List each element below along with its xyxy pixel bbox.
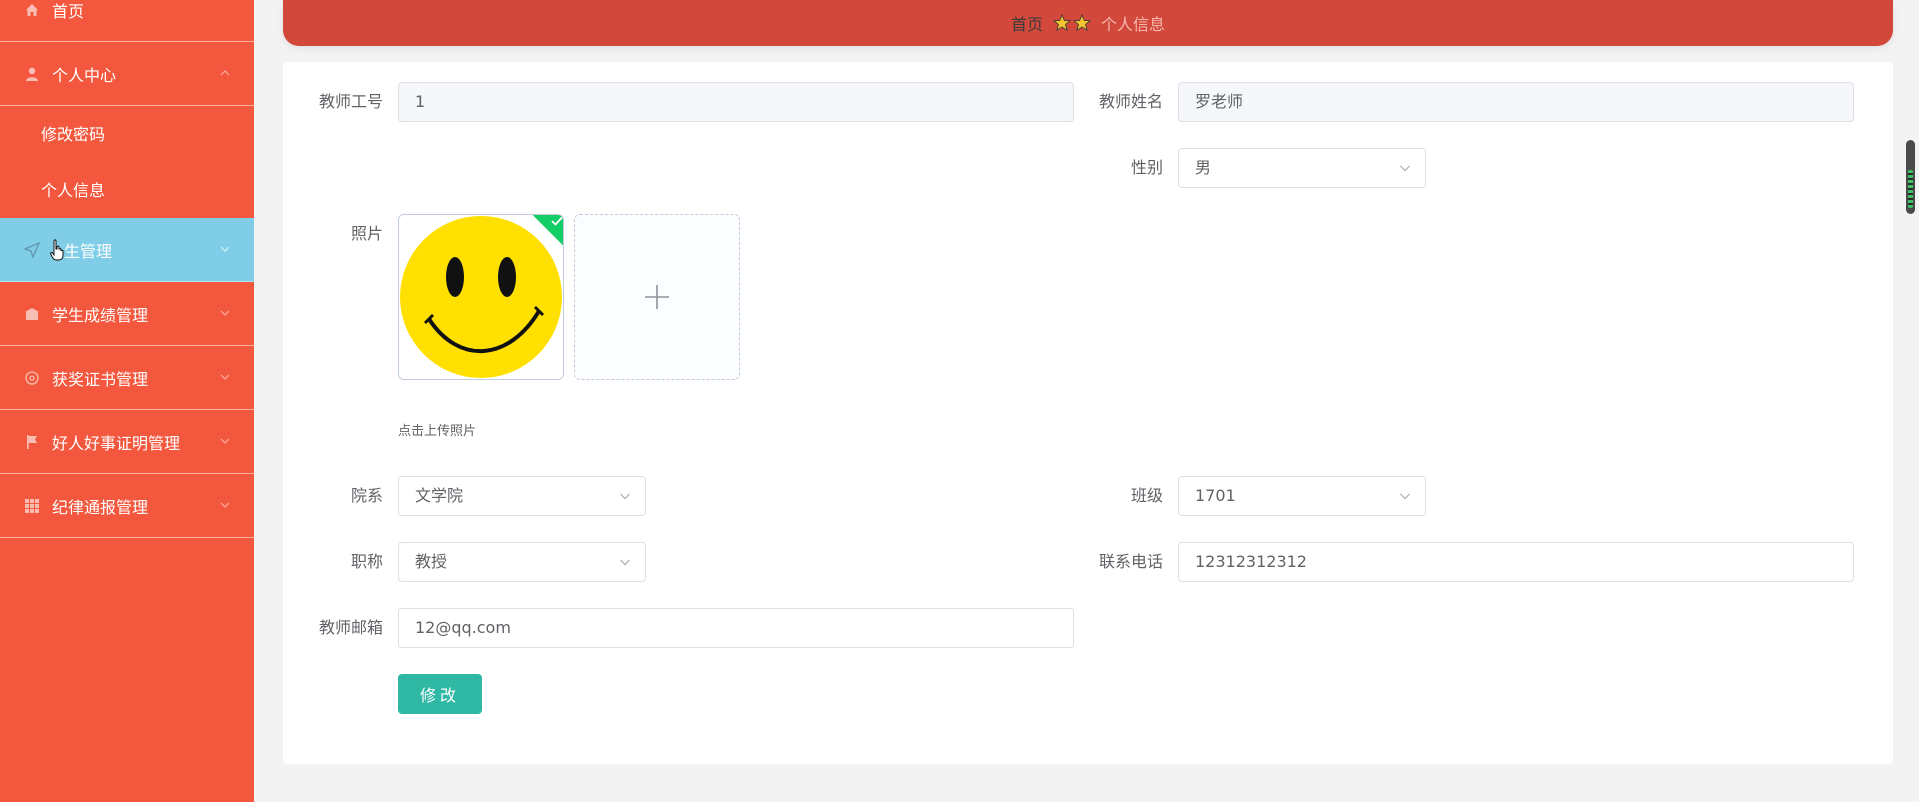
sidebar-item-label: 好人好事证明管理 <box>52 433 181 453</box>
photo-upload-button[interactable] <box>574 214 740 380</box>
chevron-down-icon <box>220 438 230 444</box>
user-icon <box>23 65 41 83</box>
sidebar-item-discipline-management[interactable]: 纪律通报管理 <box>0 474 254 538</box>
breadcrumb-home[interactable]: 首页 <box>1011 11 1043 35</box>
check-icon <box>551 216 563 226</box>
home-icon <box>23 1 41 19</box>
grid-icon <box>23 497 41 515</box>
email-label: 教师邮箱 <box>318 618 383 637</box>
sidebar-item-label: 个人中心 <box>52 65 117 85</box>
scrollbar[interactable] <box>1906 140 1915 214</box>
submit-button[interactable]: 修改 <box>398 674 482 714</box>
breadcrumb-current: 个人信息 <box>1101 15 1166 34</box>
sidebar-item-label: 获奖证书管理 <box>52 369 149 389</box>
sidebar: 首页 个人中心 修改密码 个人信息 生管理 学生成绩管理 获奖证书管理 好人好事… <box>0 0 254 802</box>
gender-label: 性别 <box>1130 158 1163 177</box>
chevron-down-icon <box>620 493 630 500</box>
teacher-id-field[interactable]: 1 <box>398 82 1074 122</box>
upload-hint: 点击上传照片 <box>398 424 477 439</box>
title-label: 职称 <box>350 552 383 571</box>
flag-icon <box>23 433 41 451</box>
chevron-down-icon <box>220 374 230 380</box>
class-select[interactable]: 1701 <box>1178 476 1426 516</box>
sidebar-item-personal-center[interactable]: 个人中心 <box>0 42 254 106</box>
chevron-down-icon <box>220 246 230 252</box>
profile-form-panel: 教师工号 1 教师姓名 罗老师 性别 男 照片 点击上传照片 院系 文学院 班级… <box>283 62 1893 764</box>
chevron-down-icon <box>620 559 630 566</box>
title-select[interactable]: 教授 <box>398 542 646 582</box>
class-select-value: 1701 <box>1195 486 1236 505</box>
department-select-value: 文学院 <box>415 486 464 505</box>
phone-field[interactable]: 12312312312 <box>1178 542 1854 582</box>
hand-cursor-icon <box>50 239 64 261</box>
title-select-value: 教授 <box>415 552 448 571</box>
sidebar-item-home[interactable]: 首页 <box>0 0 254 42</box>
chevron-down-icon <box>220 310 230 316</box>
smiley-face-image <box>399 215 563 379</box>
target-icon <box>23 369 41 387</box>
sidebar-item-label: 学生成绩管理 <box>52 305 149 325</box>
plus-icon <box>645 285 669 309</box>
sidebar-subitem-label: 个人信息 <box>41 181 106 200</box>
sidebar-item-label: 首页 <box>52 1 85 21</box>
bank-icon <box>23 305 41 323</box>
star-icon <box>1053 14 1071 32</box>
teacher-id-label: 教师工号 <box>318 92 383 111</box>
sidebar-item-good-deeds-management[interactable]: 好人好事证明管理 <box>0 410 254 474</box>
teacher-name-label: 教师姓名 <box>1098 92 1163 111</box>
sidebar-item-label: 生管理 <box>64 241 113 261</box>
star-icon <box>1073 14 1091 32</box>
navigation-icon <box>23 241 41 259</box>
sidebar-item-student-management[interactable]: 生管理 <box>0 218 254 282</box>
department-select[interactable]: 文学院 <box>398 476 646 516</box>
chevron-down-icon <box>1400 493 1410 500</box>
gender-select[interactable]: 男 <box>1178 148 1426 188</box>
sidebar-item-label: 纪律通报管理 <box>52 497 149 517</box>
breadcrumb-separator <box>1053 14 1091 32</box>
chevron-up-icon <box>220 69 230 75</box>
chevron-down-icon <box>1400 165 1410 172</box>
sidebar-subitem-label: 修改密码 <box>41 125 106 144</box>
photo-thumbnail[interactable] <box>398 214 564 380</box>
teacher-name-field[interactable]: 罗老师 <box>1178 82 1854 122</box>
class-label: 班级 <box>1130 486 1163 505</box>
sidebar-subitem-personal-info[interactable]: 个人信息 <box>0 161 254 217</box>
breadcrumb: 首页 个人信息 <box>283 0 1893 46</box>
sidebar-item-score-management[interactable]: 学生成绩管理 <box>0 282 254 346</box>
gender-select-value: 男 <box>1195 158 1212 177</box>
sidebar-item-certificate-management[interactable]: 获奖证书管理 <box>0 346 254 410</box>
sidebar-subitem-change-password[interactable]: 修改密码 <box>0 105 254 161</box>
phone-label: 联系电话 <box>1098 552 1163 571</box>
chevron-down-icon <box>220 502 230 508</box>
department-label: 院系 <box>350 486 383 505</box>
email-field[interactable]: 12@qq.com <box>398 608 1074 648</box>
photo-label: 照片 <box>350 224 383 243</box>
